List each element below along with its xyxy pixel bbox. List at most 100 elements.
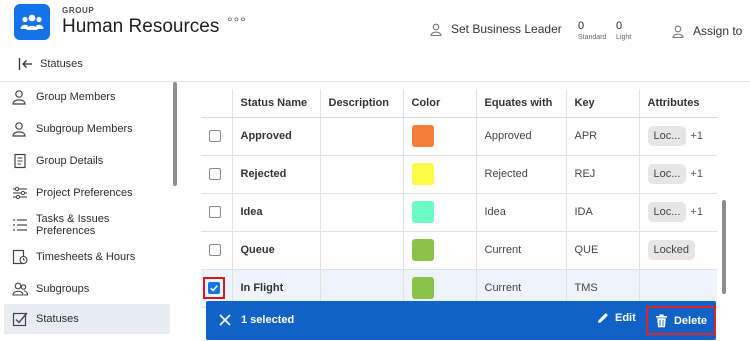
- table-row[interactable]: Queue Current QUE Locked: [201, 231, 717, 270]
- status-key: IDA: [565, 193, 639, 232]
- table-scrollbar[interactable]: [722, 200, 726, 294]
- attribute-more-count[interactable]: +1: [690, 130, 703, 142]
- status-key: QUE: [565, 231, 639, 270]
- status-color-cell: [402, 193, 476, 232]
- subgroups-icon: [12, 281, 28, 297]
- light-label: Light: [616, 34, 632, 41]
- light-license-count: 0 Light: [616, 20, 631, 41]
- document-icon: [12, 153, 28, 169]
- sidebar-item-subgroup-members[interactable]: Subgroup Members: [4, 114, 170, 144]
- status-attributes: Loc... +1: [638, 117, 717, 156]
- table-row[interactable]: Approved Approved APR Loc... +1: [201, 117, 717, 156]
- column-header-attributes[interactable]: Attributes: [638, 89, 717, 118]
- status-description: [319, 193, 403, 232]
- sidebar-item-project-preferences[interactable]: Project Preferences: [4, 178, 170, 208]
- group-kicker: GROUP: [62, 6, 95, 15]
- sliders-icon: [12, 185, 28, 201]
- sidebar-item-label: Timesheets & Hours: [36, 251, 136, 263]
- row-checkbox[interactable]: [209, 206, 221, 219]
- attribute-badge[interactable]: Loc...: [647, 202, 687, 222]
- sidebar-item-statuses[interactable]: Statuses: [4, 304, 170, 334]
- sidebar-item-subgroups[interactable]: Subgroups: [4, 274, 170, 304]
- selected-count: 1 selected: [241, 314, 295, 326]
- statuses-table: Status Name Description Color Equates wi…: [201, 89, 717, 308]
- trash-icon: [655, 314, 667, 327]
- status-color-cell: [402, 155, 476, 194]
- sidebar-item-group-details[interactable]: Group Details: [4, 146, 170, 176]
- attribute-more-count[interactable]: +1: [690, 168, 703, 180]
- sub-header: Statuses: [0, 48, 750, 82]
- row-checkbox[interactable]: [209, 168, 221, 181]
- group-members-icon: [12, 89, 28, 105]
- sidebar-item-label: Group Details: [36, 155, 104, 167]
- edit-button[interactable]: Edit: [596, 311, 636, 325]
- user-icon: [672, 25, 684, 38]
- row-select-cell: [201, 231, 232, 270]
- page-title: Human Resources: [62, 16, 220, 37]
- status-attributes: Loc... +1: [638, 155, 717, 194]
- sidebar-item-label: Subgroup Members: [36, 123, 133, 135]
- standard-label: Standard: [578, 34, 607, 41]
- page-header: GROUP Human Resources °°° Set Business L…: [0, 0, 750, 48]
- status-name: Rejected: [231, 155, 320, 194]
- collapse-sidebar-button[interactable]: Statuses: [18, 57, 83, 71]
- status-description: [319, 117, 403, 156]
- column-header-description[interactable]: Description: [319, 89, 403, 118]
- status-equates-with: Current: [475, 231, 566, 270]
- standard-count: 0: [578, 20, 585, 32]
- table-header-row: Status Name Description Color Equates wi…: [201, 89, 717, 118]
- sidebar-item-tasks-issues-preferences[interactable]: Tasks & Issues Preferences: [4, 210, 170, 240]
- status-name: Idea: [231, 193, 320, 232]
- status-key: APR: [565, 117, 639, 156]
- checkbox-highlight: [203, 277, 225, 299]
- status-equates-with: Idea: [475, 193, 566, 232]
- delete-button[interactable]: Delete: [646, 306, 716, 335]
- status-equates-with: Approved: [475, 117, 566, 156]
- row-checkbox[interactable]: [209, 244, 221, 257]
- status-equates-with: Rejected: [475, 155, 566, 194]
- status-key: REJ: [565, 155, 639, 194]
- status-name: Queue: [231, 231, 320, 270]
- column-header-key[interactable]: Key: [565, 89, 639, 118]
- status-color-cell: [402, 117, 476, 156]
- sidebar-scrollbar[interactable]: [173, 82, 177, 186]
- row-checkbox[interactable]: [209, 130, 221, 143]
- group-avatar: [14, 4, 50, 40]
- sidebar-item-group-members[interactable]: Group Members: [4, 82, 170, 112]
- status-description: [319, 231, 403, 270]
- status-attributes: Loc... +1: [638, 193, 717, 232]
- attribute-badge[interactable]: Loc...: [647, 126, 687, 146]
- row-select-cell: [201, 193, 232, 232]
- sidebar-item-label: Project Preferences: [36, 187, 133, 199]
- assign-to-button[interactable]: Assign to: [672, 24, 742, 38]
- assign-to-label: Assign to: [693, 24, 743, 38]
- set-business-leader-button[interactable]: Set Business Leader: [430, 22, 562, 36]
- selection-action-bar: 1 selected Edit Delete: [206, 301, 716, 340]
- attribute-badge[interactable]: Locked: [647, 240, 695, 260]
- sidebar-item-label: Group Members: [36, 91, 116, 103]
- sidebar-item-label: Tasks & Issues Preferences: [36, 213, 110, 237]
- table-row[interactable]: Idea Idea IDA Loc... +1: [201, 193, 717, 232]
- column-header-status-name[interactable]: Status Name: [231, 89, 320, 118]
- status-name: Approved: [231, 117, 320, 156]
- color-swatch: [411, 277, 434, 299]
- sidebar-item-label: Statuses: [36, 313, 79, 325]
- attribute-more-count[interactable]: +1: [690, 206, 703, 218]
- list-icon: [12, 217, 28, 233]
- sidebar-item-timesheets-hours[interactable]: Timesheets & Hours: [4, 242, 170, 272]
- business-leader-label: Set Business Leader: [451, 22, 562, 36]
- column-header-equates-with[interactable]: Equates with: [475, 89, 566, 118]
- attribute-badge[interactable]: Loc...: [647, 164, 687, 184]
- user-icon: [430, 23, 442, 36]
- sidebar: Group Members Subgroup Members Group Det…: [0, 82, 180, 341]
- timesheet-icon: [12, 249, 28, 265]
- column-header-color[interactable]: Color: [402, 89, 476, 118]
- table-row[interactable]: Rejected Rejected REJ Loc... +1: [201, 155, 717, 194]
- statuses-icon: [12, 311, 28, 327]
- close-icon[interactable]: [218, 313, 232, 327]
- color-swatch: [411, 239, 434, 261]
- select-column-header: [201, 89, 232, 118]
- more-options-icon[interactable]: °°°: [227, 14, 247, 30]
- row-checkbox-checked[interactable]: [208, 282, 220, 294]
- color-swatch: [411, 163, 434, 185]
